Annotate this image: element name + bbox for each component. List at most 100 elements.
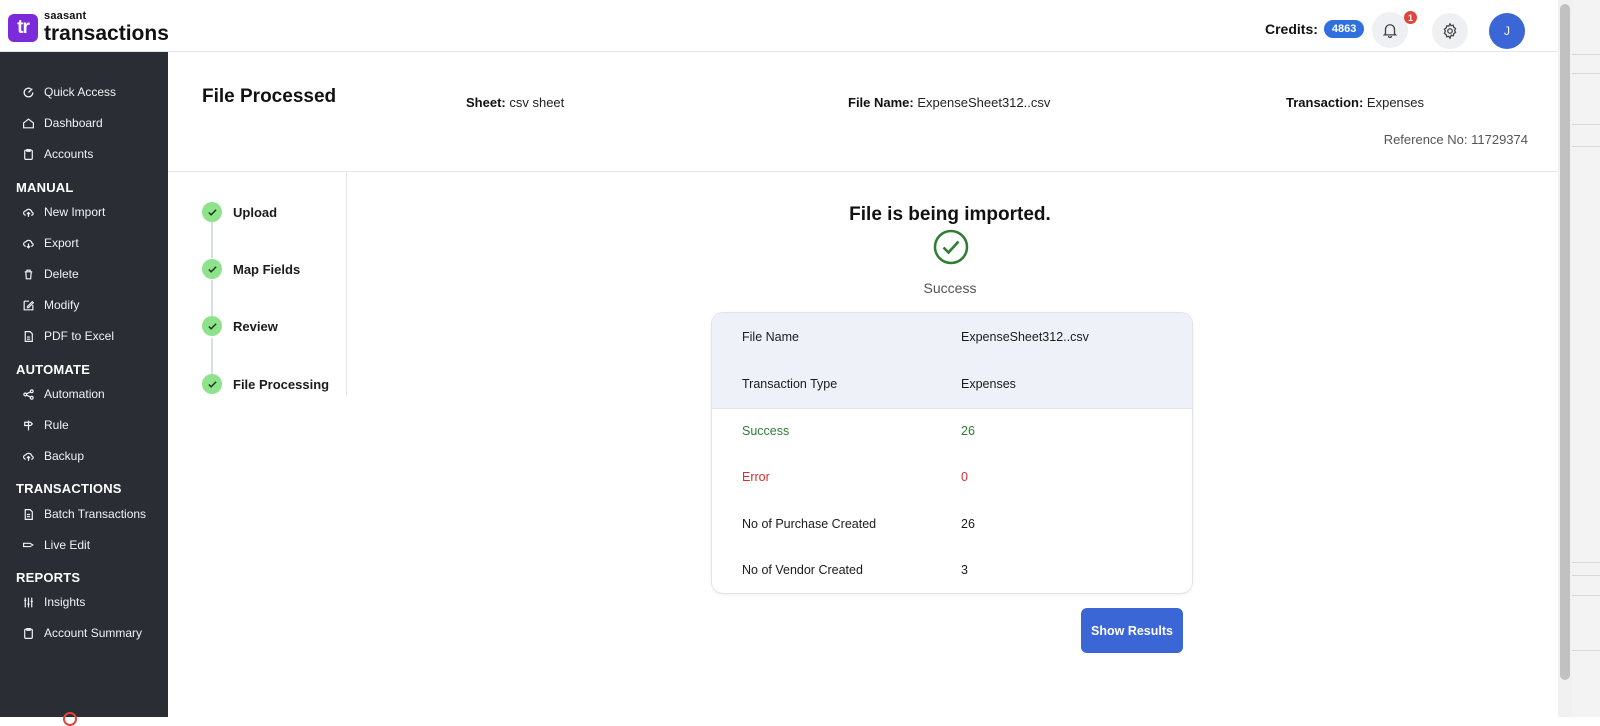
summary-value: 26 [961, 424, 975, 438]
step-connector [211, 222, 213, 258]
reference-number: Reference No: 11729374 [1383, 132, 1528, 147]
check-icon [202, 374, 222, 394]
page-title: File Processed [202, 86, 337, 107]
transaction-info: Transaction: Expenses [1286, 95, 1424, 110]
credits-badge: 4863 [1323, 20, 1365, 38]
step-review[interactable]: Review [202, 316, 278, 336]
transaction-value: Expenses [1366, 95, 1425, 110]
summary-key: File Name [742, 330, 799, 344]
header-divider [168, 171, 1558, 172]
notifications-button[interactable] [1372, 12, 1408, 48]
sidebar-item-insights[interactable]: Insights [22, 593, 85, 611]
sidebar-item-label: Dashboard [44, 116, 103, 130]
summary-value: Expenses [961, 377, 1016, 391]
sidebar-item-batch-transactions[interactable]: Batch Transactions [22, 505, 146, 523]
top-header: tr saasant transactions Credits: 4863 1 … [0, 0, 1558, 52]
sidebar-item-backup[interactable]: Backup [22, 447, 84, 465]
sheet-info: Sheet: csv sheet [466, 95, 564, 110]
brand-logo[interactable]: tr saasant transactions [8, 11, 169, 44]
sidebar-item-accounts[interactable]: Accounts [22, 145, 93, 163]
home-icon [22, 117, 35, 130]
summary-key: Error [742, 470, 770, 484]
upload-cloud-icon [22, 206, 35, 219]
sidebar-section-reports: REPORTS [16, 570, 81, 585]
sidebar-item-label: Delete [44, 267, 79, 281]
sidebar-item-pdf-to-excel[interactable]: PDF to Excel [22, 327, 114, 345]
edit-icon [22, 299, 35, 312]
sidebar-item-delete[interactable]: Delete [22, 265, 79, 283]
brand-text: saasant transactions [44, 10, 169, 45]
settings-button[interactable] [1432, 13, 1468, 49]
stepper-divider [346, 172, 347, 395]
sheet-value: csv sheet [509, 95, 565, 110]
signpost-icon [22, 419, 35, 432]
step-connector [211, 338, 213, 374]
step-upload[interactable]: Upload [202, 202, 277, 222]
sidebar-section-automate: AUTOMATE [16, 362, 91, 377]
step-label: Upload [233, 204, 278, 220]
sidebar-item-export[interactable]: Export [22, 234, 79, 252]
transaction-label: Transaction: [1286, 95, 1364, 110]
share-icon [22, 388, 35, 401]
trash-icon [22, 268, 35, 281]
import-summary-card: File Name ExpenseSheet312..csv Transacti… [711, 312, 1193, 594]
sidebar-item-label: Account Summary [44, 626, 143, 640]
brand-small-text: saasant [44, 10, 87, 22]
sidebar-item-label: Insights [44, 595, 86, 609]
summary-key: Success [742, 424, 790, 438]
sidebar-section-manual: MANUAL [16, 180, 74, 195]
backup-icon [22, 450, 35, 463]
sidebar-item-label: Quick Access [44, 85, 117, 99]
sidebar-item-label: Batch Transactions [44, 507, 147, 521]
sidebar-item-modify[interactable]: Modify [22, 296, 79, 314]
summary-value: 26 [961, 517, 975, 531]
sidebar-item-label: Export [44, 236, 79, 250]
check-icon [202, 259, 222, 279]
success-check-icon [933, 229, 969, 265]
step-label: Map Fields [233, 261, 301, 277]
summary-key: No of Vendor Created [742, 563, 863, 577]
file-name-info: File Name: ExpenseSheet312..csv [848, 95, 1050, 110]
brand-badge: tr [8, 13, 38, 42]
clipboard-icon [22, 627, 35, 640]
sidebar-item-label: Live Edit [44, 538, 91, 552]
step-connector [211, 280, 213, 316]
summary-value: 3 [961, 563, 968, 577]
summary-value: ExpenseSheet312..csv [961, 330, 1089, 344]
sliders-icon [22, 596, 35, 609]
sidebar-item-label: Rule [44, 418, 69, 432]
summary-header-band [712, 313, 1192, 409]
page-scrollbar[interactable] [1558, 0, 1572, 717]
step-file-processing[interactable]: File Processing [202, 374, 329, 394]
sidebar-item-automation[interactable]: Automation [22, 385, 105, 403]
sheet-label: Sheet: [466, 95, 506, 110]
file-name-value: ExpenseSheet312..csv [917, 95, 1051, 110]
sidebar-item-new-import[interactable]: New Import [22, 203, 105, 221]
clipboard-icon [22, 148, 35, 161]
check-icon [202, 202, 222, 222]
bell-icon [1382, 24, 1398, 39]
summary-key: No of Purchase Created [742, 517, 877, 531]
show-results-button[interactable]: Show Results [1081, 608, 1183, 653]
sidebar-item-label: Backup [44, 449, 85, 463]
user-avatar[interactable]: J [1489, 13, 1525, 49]
sidebar-section-transactions: TRANSACTIONS [16, 481, 122, 496]
sidebar-item-label: PDF to Excel [44, 329, 115, 343]
sidebar-item-dashboard[interactable]: Dashboard [22, 114, 103, 132]
download-cloud-icon [22, 237, 35, 250]
step-label: File Processing [233, 376, 330, 392]
brand-big-text: transactions [44, 22, 169, 45]
quick-access-icon [22, 86, 35, 99]
gear-icon [1443, 22, 1457, 40]
import-status-text: Success [923, 280, 977, 296]
sidebar-item-live-edit[interactable]: Live Edit [22, 536, 90, 554]
sidebar-item-rule[interactable]: Rule [22, 416, 69, 434]
step-label: Review [233, 318, 278, 334]
credits-label: Credits: [1265, 21, 1318, 37]
sidebar-item-account-summary[interactable]: Account Summary [22, 624, 142, 642]
step-map-fields[interactable]: Map Fields [202, 259, 300, 279]
sidebar-item-quick-access[interactable]: Quick Access [22, 83, 116, 101]
help-indicator-icon[interactable] [63, 712, 77, 726]
scrollbar-thumb[interactable] [1560, 4, 1570, 680]
summary-key: Transaction Type [742, 377, 838, 391]
